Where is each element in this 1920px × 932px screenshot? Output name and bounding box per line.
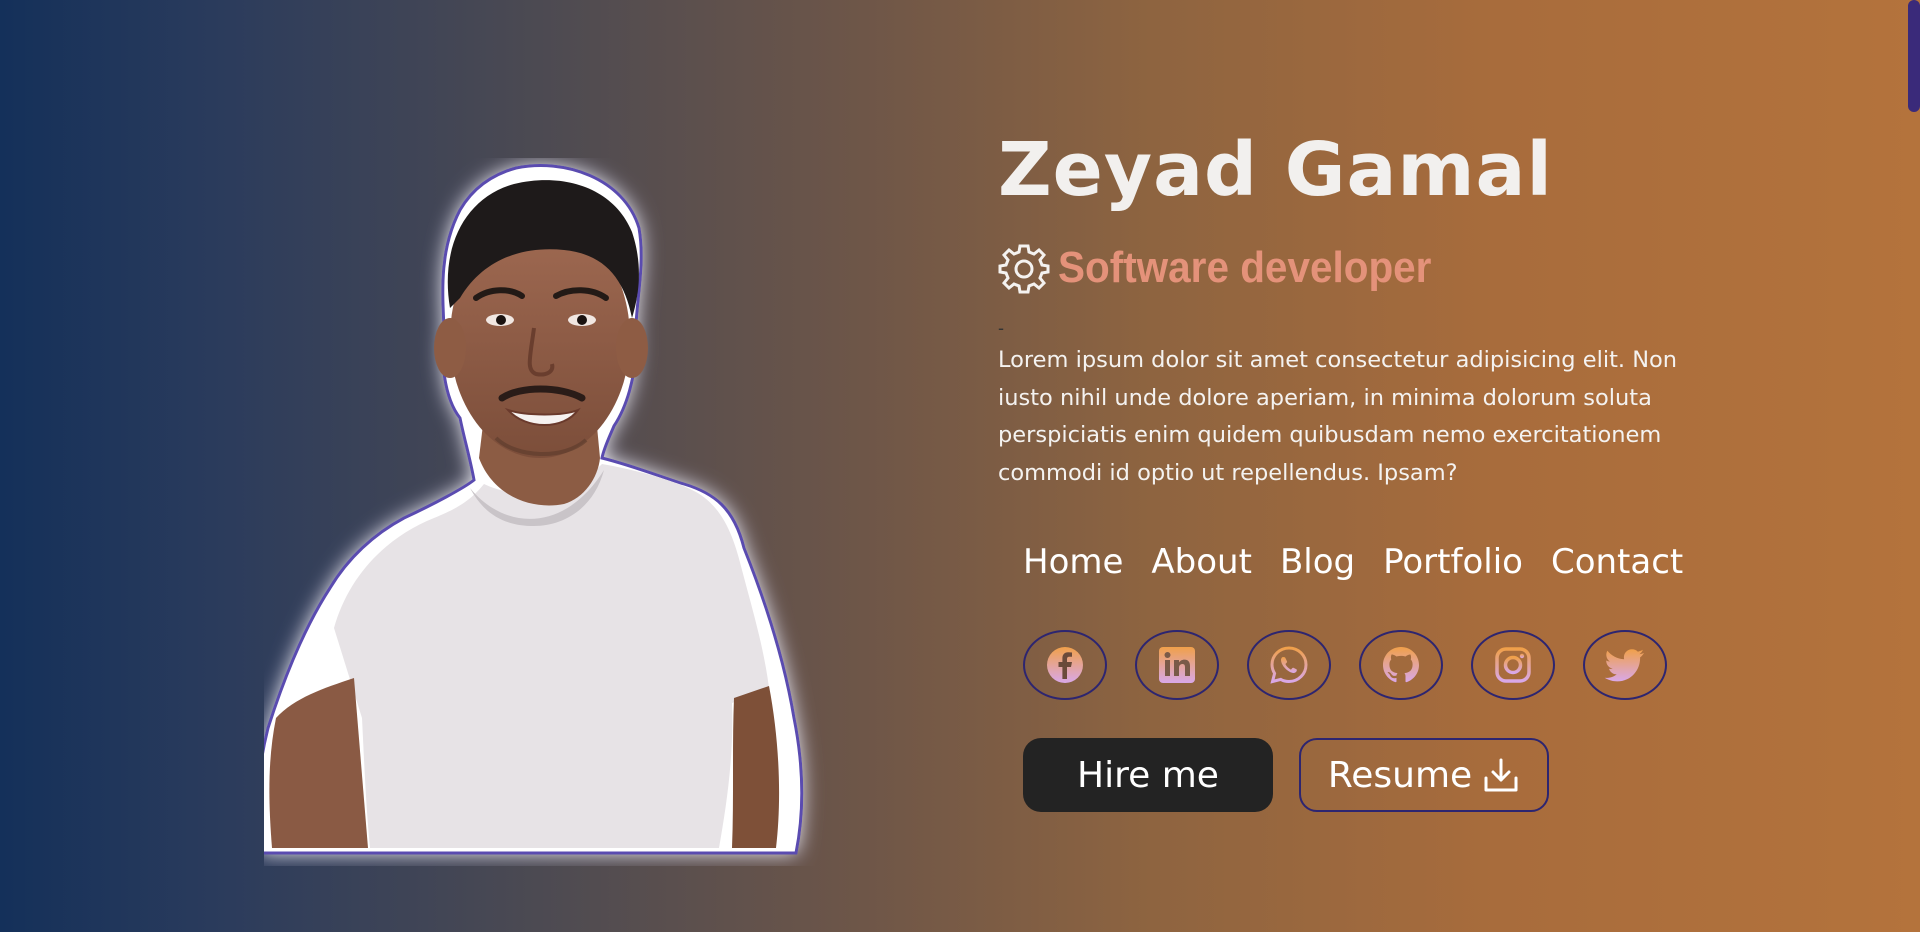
nav-portfolio[interactable]: Portfolio: [1383, 542, 1523, 582]
hero-content: Zeyad Gamal Software developer - Lorem i…: [998, 120, 1738, 812]
social-links: [1023, 630, 1738, 700]
gear-icon: [998, 244, 1050, 294]
linkedin-link[interactable]: [1135, 630, 1219, 700]
resume-label: Resume: [1327, 754, 1473, 796]
whatsapp-link[interactable]: [1247, 630, 1331, 700]
github-link[interactable]: [1359, 630, 1443, 700]
instagram-link[interactable]: [1471, 630, 1555, 700]
nav-blog[interactable]: Blog: [1280, 542, 1355, 582]
facebook-icon: [1047, 647, 1083, 683]
action-buttons: Hire me Resume: [1023, 738, 1738, 812]
hero-page: Zeyad Gamal Software developer - Lorem i…: [0, 0, 1920, 932]
facebook-link[interactable]: [1023, 630, 1107, 700]
role-row: Software developer: [998, 242, 1738, 294]
instagram-icon: [1495, 647, 1531, 683]
profile-photo: [264, 158, 874, 866]
page-scrollbar[interactable]: [1908, 0, 1920, 932]
scrollbar-thumb[interactable]: [1908, 0, 1920, 112]
download-icon: [1484, 758, 1518, 792]
nav-home[interactable]: Home: [1023, 542, 1123, 582]
github-icon: [1383, 647, 1419, 683]
hire-me-label: Hire me: [1077, 754, 1219, 796]
role-title: Software developer: [1058, 243, 1432, 292]
nav-about[interactable]: About: [1151, 542, 1252, 582]
linkedin-icon: [1159, 647, 1195, 683]
resume-download-button[interactable]: Resume: [1299, 738, 1549, 812]
twitter-link[interactable]: [1583, 630, 1667, 700]
separator-dash: -: [998, 318, 1004, 338]
nav-contact[interactable]: Contact: [1551, 542, 1683, 582]
profile-description: Lorem ipsum dolor sit amet consectetur a…: [998, 347, 1678, 486]
profile-name: Zeyad Gamal: [998, 127, 1553, 213]
twitter-icon: [1604, 649, 1644, 682]
main-nav: Home About Blog Portfolio Contact: [1023, 542, 1738, 582]
hire-me-button[interactable]: Hire me: [1023, 738, 1273, 812]
whatsapp-icon: [1270, 646, 1308, 684]
